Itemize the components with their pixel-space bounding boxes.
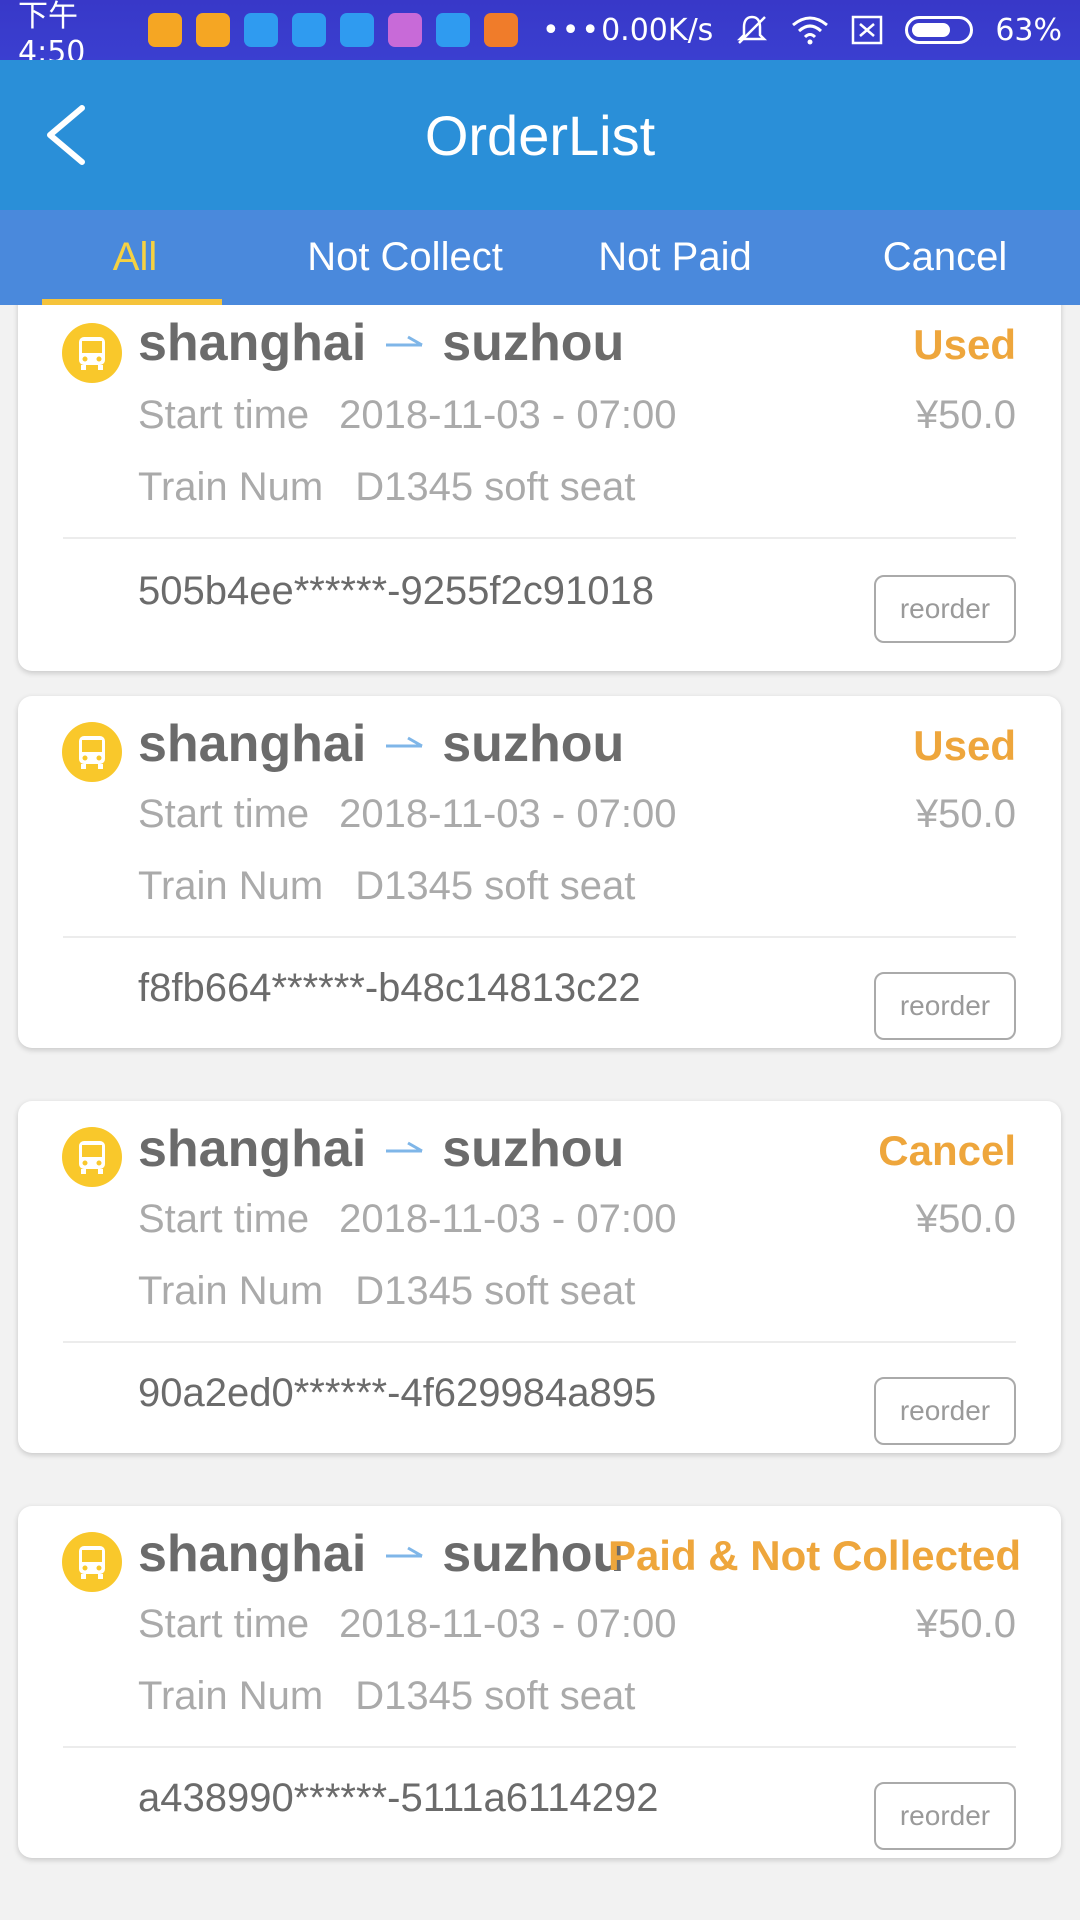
start-time-label: Start time — [138, 1602, 310, 1646]
order-id: a438990******-5111a6114292 — [138, 1776, 659, 1820]
start-time-row: Start time 2018-11-03 - 07:00 — [138, 792, 676, 837]
train-label: Train Num — [138, 1674, 324, 1718]
app-bar: OrderList — [0, 60, 1080, 210]
train-row: Train Num D1345 soft seat — [138, 864, 635, 909]
notification-app-icon — [484, 13, 518, 47]
wifi-icon — [792, 16, 829, 45]
arrow-right-icon — [386, 335, 424, 347]
arrow-right-icon — [386, 1141, 424, 1153]
route: shanghai suzhou — [138, 1524, 624, 1584]
page-title: OrderList — [424, 103, 656, 167]
train-value: D1345 soft seat — [355, 1674, 636, 1718]
order-list[interactable]: shanghai suzhou Used Start time 2018-11-03… — [0, 305, 1080, 1920]
notification-app-icon — [196, 13, 230, 47]
start-time-value: 2018-11-03 - 07:00 — [339, 792, 677, 836]
arrow-right-icon — [386, 1546, 424, 1558]
order-status: Used — [913, 321, 1016, 368]
divider — [63, 537, 1016, 539]
train-row: Train Num D1345 soft seat — [138, 1674, 635, 1719]
tab-all[interactable]: All — [0, 210, 270, 305]
bus-icon — [62, 722, 122, 782]
notification-app-icon — [148, 13, 182, 47]
order-card[interactable]: shanghai suzhou Paid & Not Collected Star… — [18, 1506, 1061, 1858]
notification-app-icon — [244, 13, 278, 47]
tab-not-paid[interactable]: Not Paid — [540, 210, 810, 305]
start-time-row: Start time 2018-11-03 - 07:00 — [138, 1602, 676, 1647]
tab-not-collect[interactable]: Not Collect — [270, 210, 540, 305]
start-time-row: Start time 2018-11-03 - 07:00 — [138, 393, 676, 438]
tab-label: All — [112, 235, 158, 279]
route-from: shanghai — [138, 1525, 367, 1583]
order-status: Cancel — [878, 1127, 1016, 1174]
battery-icon — [905, 16, 974, 44]
start-time-label: Start time — [138, 792, 310, 836]
order-id: 90a2ed0******-4f629984a895 — [138, 1371, 657, 1415]
reorder-button[interactable]: reorder — [874, 1377, 1016, 1445]
order-price: ¥50.0 — [915, 792, 1016, 836]
reorder-button[interactable]: reorder — [874, 1782, 1016, 1850]
order-status: Paid & Not Collected — [607, 1532, 1021, 1579]
back-icon[interactable] — [40, 100, 100, 170]
train-row: Train Num D1345 soft seat — [138, 465, 635, 510]
notification-icons: ••• — [148, 13, 601, 48]
arrow-right-icon — [386, 736, 424, 748]
start-time-value: 2018-11-03 - 07:00 — [339, 1602, 677, 1646]
divider — [63, 1341, 1016, 1343]
network-speed: 0.00K/s — [601, 12, 714, 48]
route-to: suzhou — [442, 1525, 625, 1583]
order-id: 505b4ee******-9255f2c91018 — [138, 569, 655, 613]
order-card[interactable]: shanghai suzhou Cancel Start time 2018-11-… — [18, 1101, 1061, 1453]
start-time-value: 2018-11-03 - 07:00 — [339, 1197, 677, 1241]
notification-app-icon — [292, 13, 326, 47]
order-price: ¥50.0 — [915, 1197, 1016, 1241]
route: shanghai suzhou — [138, 313, 624, 373]
reorder-button[interactable]: reorder — [874, 575, 1016, 643]
bus-icon — [62, 323, 122, 383]
notification-app-icon — [340, 13, 374, 47]
start-time-row: Start time 2018-11-03 - 07:00 — [138, 1197, 676, 1242]
tab-label: Cancel — [882, 235, 1008, 279]
tab-cancel[interactable]: Cancel — [810, 210, 1080, 305]
train-label: Train Num — [138, 465, 324, 509]
route-to: suzhou — [442, 715, 625, 773]
start-time-label: Start time — [138, 393, 310, 437]
train-value: D1345 soft seat — [355, 1269, 636, 1313]
tab-label: Not Collect — [307, 235, 503, 279]
route-from: shanghai — [138, 715, 367, 773]
route-to: suzhou — [442, 314, 625, 372]
order-status: Used — [913, 722, 1016, 769]
battery-percent: 63% — [995, 12, 1062, 48]
train-value: D1345 soft seat — [355, 864, 636, 908]
order-price: ¥50.0 — [915, 1602, 1016, 1646]
route-from: shanghai — [138, 1120, 367, 1178]
bus-icon — [62, 1532, 122, 1592]
train-label: Train Num — [138, 864, 324, 908]
start-time-value: 2018-11-03 - 07:00 — [339, 393, 677, 437]
divider — [63, 1746, 1016, 1748]
status-bar: 下午4:50 ••• 0.00K/s 63% — [0, 0, 1080, 70]
reorder-button[interactable]: reorder — [874, 972, 1016, 1040]
route: shanghai suzhou — [138, 1119, 624, 1179]
start-time-label: Start time — [138, 1197, 310, 1241]
route-to: suzhou — [442, 1120, 625, 1178]
divider — [63, 936, 1016, 938]
notification-app-icon — [388, 13, 422, 47]
bus-icon — [62, 1127, 122, 1187]
train-label: Train Num — [138, 1269, 324, 1313]
order-card[interactable]: shanghai suzhou Used Start time 2018-11-03… — [18, 696, 1061, 1048]
train-row: Train Num D1345 soft seat — [138, 1269, 635, 1314]
order-tabs: All Not Collect Not Paid Cancel — [0, 210, 1080, 305]
route-from: shanghai — [138, 314, 367, 372]
tab-label: Not Paid — [598, 235, 752, 279]
mute-icon — [737, 15, 768, 44]
more-icon: ••• — [542, 12, 602, 48]
route: shanghai suzhou — [138, 714, 624, 774]
order-id: f8fb664******-b48c14813c22 — [138, 966, 641, 1010]
order-price: ¥50.0 — [915, 393, 1016, 437]
sim-off-icon — [852, 15, 883, 45]
notification-app-icon — [436, 13, 470, 47]
order-card[interactable]: shanghai suzhou Used Start time 2018-11-03… — [18, 305, 1061, 671]
train-value: D1345 soft seat — [355, 465, 636, 509]
